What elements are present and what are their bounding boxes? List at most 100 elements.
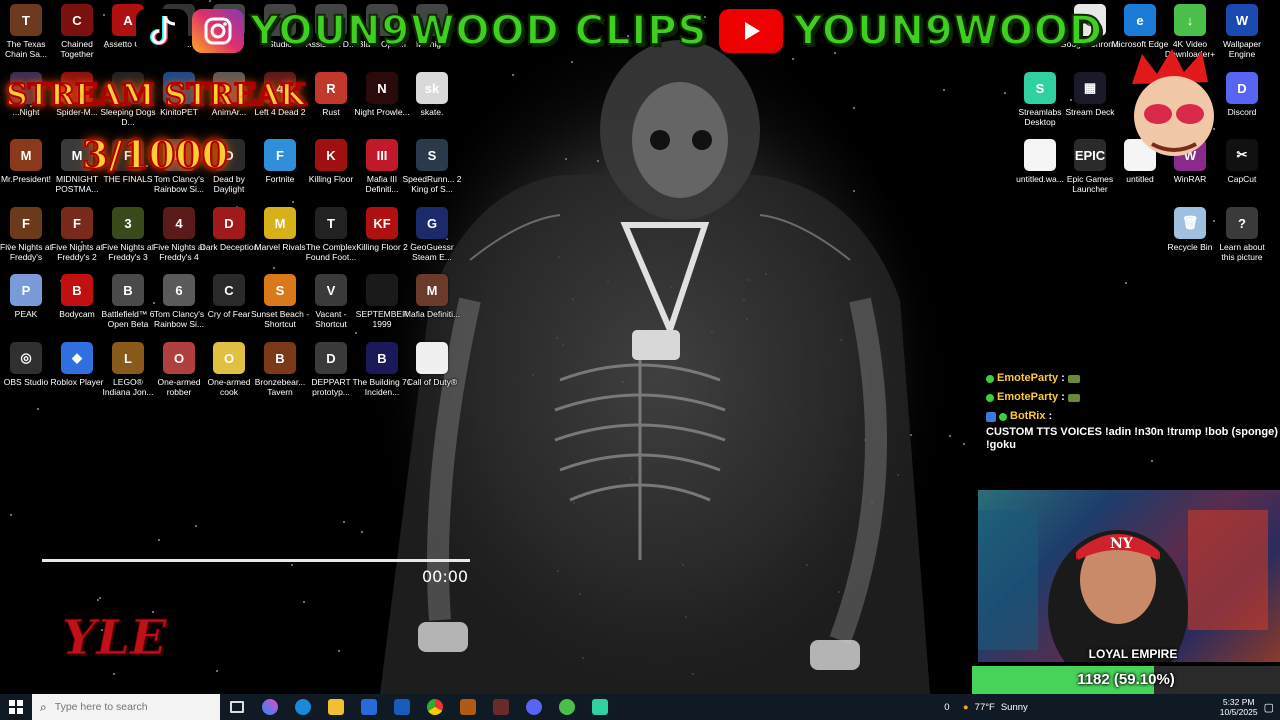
desktop-icon[interactable]: F Five Nights at Freddy's [0, 207, 54, 271]
svg-text:NY: NY [1110, 536, 1134, 552]
desktop-icon[interactable]: P PEAK [0, 274, 54, 338]
taskbar-clock[interactable]: 5:32 PM 10/5/2025 [1220, 697, 1258, 717]
desktop-icon[interactable]: B Battlefield™ 6 Open Beta [100, 274, 156, 338]
chat-message: EmoteParty: [986, 391, 1280, 404]
star [113, 673, 115, 675]
desktop-icon[interactable]: S Streamlabs Desktop [1012, 72, 1068, 136]
desktop-icon[interactable]: F Five Nights at Freddy's 2 [49, 207, 105, 271]
desktop-icon[interactable]: T The Complex Found Foot... [303, 207, 359, 271]
app-icon: B [61, 274, 93, 306]
desktop-icon[interactable]: ◆ Roblox Player [49, 342, 105, 406]
desktop-icon[interactable]: C Chained Together [49, 4, 105, 68]
desktop-icon[interactable]: M Mr.President! [0, 139, 54, 203]
desktop-icon[interactable]: 3 Five Nights at Freddy's 3 [100, 207, 156, 271]
star [572, 298, 574, 300]
media-progress-bar[interactable] [42, 559, 470, 562]
desktop-icon[interactable]: Call of Duty® [404, 342, 460, 406]
desktop-icon[interactable]: D Dark Deception [200, 207, 258, 271]
star [633, 159, 635, 161]
desktop-icon[interactable]: sk skate. [404, 72, 460, 136]
taskbar-app-outlook[interactable] [385, 694, 418, 720]
clock-date: 10/5/2025 [1219, 707, 1258, 717]
taskbar-app-store[interactable] [352, 694, 385, 720]
taskbar-app-streamlabs[interactable] [583, 694, 616, 720]
desktop-icon[interactable]: B Bronzebear... Tavern [252, 342, 308, 406]
desktop-icon[interactable]: T The Texas Chain Sa... [0, 4, 54, 68]
start-button[interactable] [0, 694, 32, 720]
star [343, 521, 345, 523]
badge-icon [986, 374, 994, 383]
taskbar-app-edge[interactable] [286, 694, 319, 720]
desktop-icon[interactable]: ? Learn about this picture [1214, 207, 1270, 271]
desktop-icon[interactable]: S SpeedRunn... 2 King of S... [402, 139, 462, 203]
desktop-icon[interactable]: V Vacant - Shortcut [303, 274, 359, 338]
taskbar-app-game[interactable] [451, 694, 484, 720]
star [949, 435, 951, 437]
taskbar-app-4k[interactable] [550, 694, 583, 720]
desktop-icon[interactable]: B Bodycam [49, 274, 105, 338]
app-icon: T [10, 4, 42, 36]
desktop-icon[interactable]: EPIC Epic Games Launcher [1062, 139, 1118, 203]
stream-streak-title: STREAM STREAK [5, 77, 307, 114]
desktop-icon[interactable]: 4 Five Nights at Freddy's 4 [151, 207, 207, 271]
weather-icon: ● [962, 701, 969, 713]
desktop-icon[interactable]: S Sunset Beach - Shortcut [251, 274, 309, 338]
star [1004, 92, 1006, 94]
desktop-icon[interactable]: D DEPPART prototyp... [303, 342, 359, 406]
desktop-icon[interactable]: M Marvel Rivals [252, 207, 308, 271]
app-icon: O [213, 342, 245, 374]
app-icon: e [1124, 4, 1156, 36]
star [562, 344, 564, 346]
desktop-icon[interactable]: C Cry of Fear [201, 274, 257, 338]
mascot-avatar [1132, 49, 1214, 156]
star [746, 318, 748, 320]
desktop-icon[interactable]: K Killing Floor [303, 139, 359, 203]
taskbar-search[interactable]: ⌕ [32, 694, 220, 720]
desktop-icon[interactable]: N Night Prowle... [354, 72, 410, 136]
notifications-icon[interactable]: ▢ [1264, 701, 1274, 714]
app-icon: III [366, 139, 398, 171]
app-icon: T [315, 207, 347, 239]
app-icon: ✂ [1226, 139, 1258, 171]
desktop-icon[interactable]: 6 Tom Clancy's Rainbow Si... [151, 274, 207, 338]
desktop-icon-label: CapCut [1227, 174, 1257, 184]
star [597, 160, 599, 162]
desktop-icon[interactable]: G GeoGuessr Steam E... [404, 207, 460, 271]
taskbar-app-discord[interactable] [517, 694, 550, 720]
desktop-icon[interactable]: SEPTEMBER 1999 [354, 274, 410, 338]
windows-icon [9, 700, 23, 714]
star [910, 434, 912, 436]
desktop-icon[interactable]: 🗑 Recycle Bin [1162, 207, 1218, 271]
desktop-icon[interactable]: O One-armed cook [201, 342, 257, 406]
taskbar-app-explorer[interactable] [319, 694, 352, 720]
app-icon: 🗑 [1174, 207, 1206, 239]
desktop-icon[interactable]: R Rust [303, 72, 359, 136]
taskbar-app-bdo[interactable] [484, 694, 517, 720]
app-icon: sk [416, 72, 448, 104]
goal-progress-bar: 1182 (59.10%) [972, 666, 1280, 694]
weather-temp[interactable]: 77°F [975, 702, 995, 713]
weather-condition[interactable]: Sunny [1001, 702, 1028, 713]
star [37, 408, 39, 410]
task-view-button[interactable] [220, 694, 253, 720]
desktop-icon[interactable]: B The Building 71 Inciden... [352, 342, 412, 406]
desktop: T The Texas Chain Sa... C Chained Together A… [0, 0, 1280, 694]
app-icon: B [264, 342, 296, 374]
app-icon: ◆ [61, 342, 93, 374]
app-icon: KF [366, 207, 398, 239]
desktop-icon-label: WinRAR [1173, 174, 1207, 184]
app-icon: D [1226, 72, 1258, 104]
desktop-icon[interactable]: ◎ OBS Studio [0, 342, 54, 406]
star [963, 443, 965, 445]
chat-message: EmoteParty: [986, 372, 1280, 385]
desktop-icon[interactable]: ▦ Stream Deck [1062, 72, 1118, 136]
desktop-icon[interactable]: L LEGO® Indiana Jon... [100, 342, 156, 406]
desktop-icon[interactable]: M Mafia Definiti... [404, 274, 460, 338]
taskbar-app-chrome[interactable] [418, 694, 451, 720]
taskbar-app-copilot[interactable] [253, 694, 286, 720]
star [792, 58, 794, 60]
search-input[interactable] [54, 701, 175, 713]
desktop-icon[interactable]: F Fortnite [252, 139, 308, 203]
star [573, 502, 575, 504]
app-icon [416, 342, 448, 374]
